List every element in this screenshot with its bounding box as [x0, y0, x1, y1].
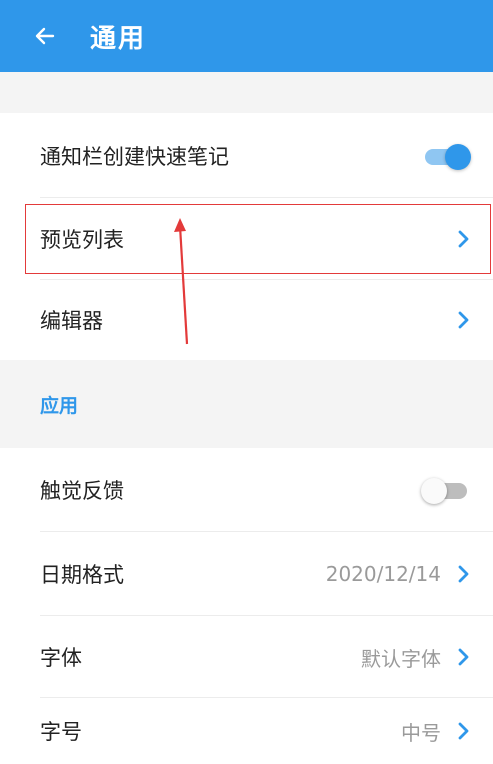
setting-date-format[interactable]: 日期格式 2020/12/14 [0, 532, 493, 616]
setting-label: 编辑器 [40, 309, 103, 333]
quick-note-toggle[interactable] [421, 141, 471, 171]
chevron-right-icon [457, 311, 471, 329]
app-bar: 通用 [0, 0, 493, 72]
chevron-right-icon [457, 230, 471, 248]
setting-font-size[interactable]: 字号 中号 [0, 698, 493, 764]
toggle-thumb [421, 478, 447, 504]
setting-preview-list[interactable]: 预览列表 [0, 198, 493, 280]
setting-label: 日期格式 [40, 563, 124, 587]
back-button[interactable] [30, 21, 60, 51]
setting-font[interactable]: 字体 默认字体 [0, 616, 493, 698]
section-header-app: 应用 [0, 360, 493, 448]
setting-value: 中号 [401, 720, 441, 745]
setting-label: 字体 [40, 646, 82, 670]
setting-value: 2020/12/14 [325, 562, 441, 586]
setting-label: 字号 [40, 720, 82, 744]
setting-quick-note[interactable]: 通知栏创建快速笔记 [0, 113, 493, 198]
setting-label: 预览列表 [40, 228, 124, 252]
page-title: 通用 [90, 23, 147, 54]
chevron-right-icon [457, 565, 471, 583]
setting-label: 触觉反馈 [40, 479, 124, 503]
section-title: 应用 [40, 394, 79, 417]
arrow-left-icon [35, 27, 55, 45]
setting-haptic[interactable]: 触觉反馈 [0, 448, 493, 532]
toggle-thumb [445, 143, 471, 170]
haptic-toggle[interactable] [421, 475, 471, 505]
setting-editor[interactable]: 编辑器 [0, 280, 493, 360]
setting-value: 默认字体 [361, 646, 441, 671]
section-gap [0, 72, 493, 113]
setting-label: 通知栏创建快速笔记 [40, 144, 229, 169]
chevron-right-icon [457, 722, 471, 740]
chevron-right-icon [457, 648, 471, 666]
